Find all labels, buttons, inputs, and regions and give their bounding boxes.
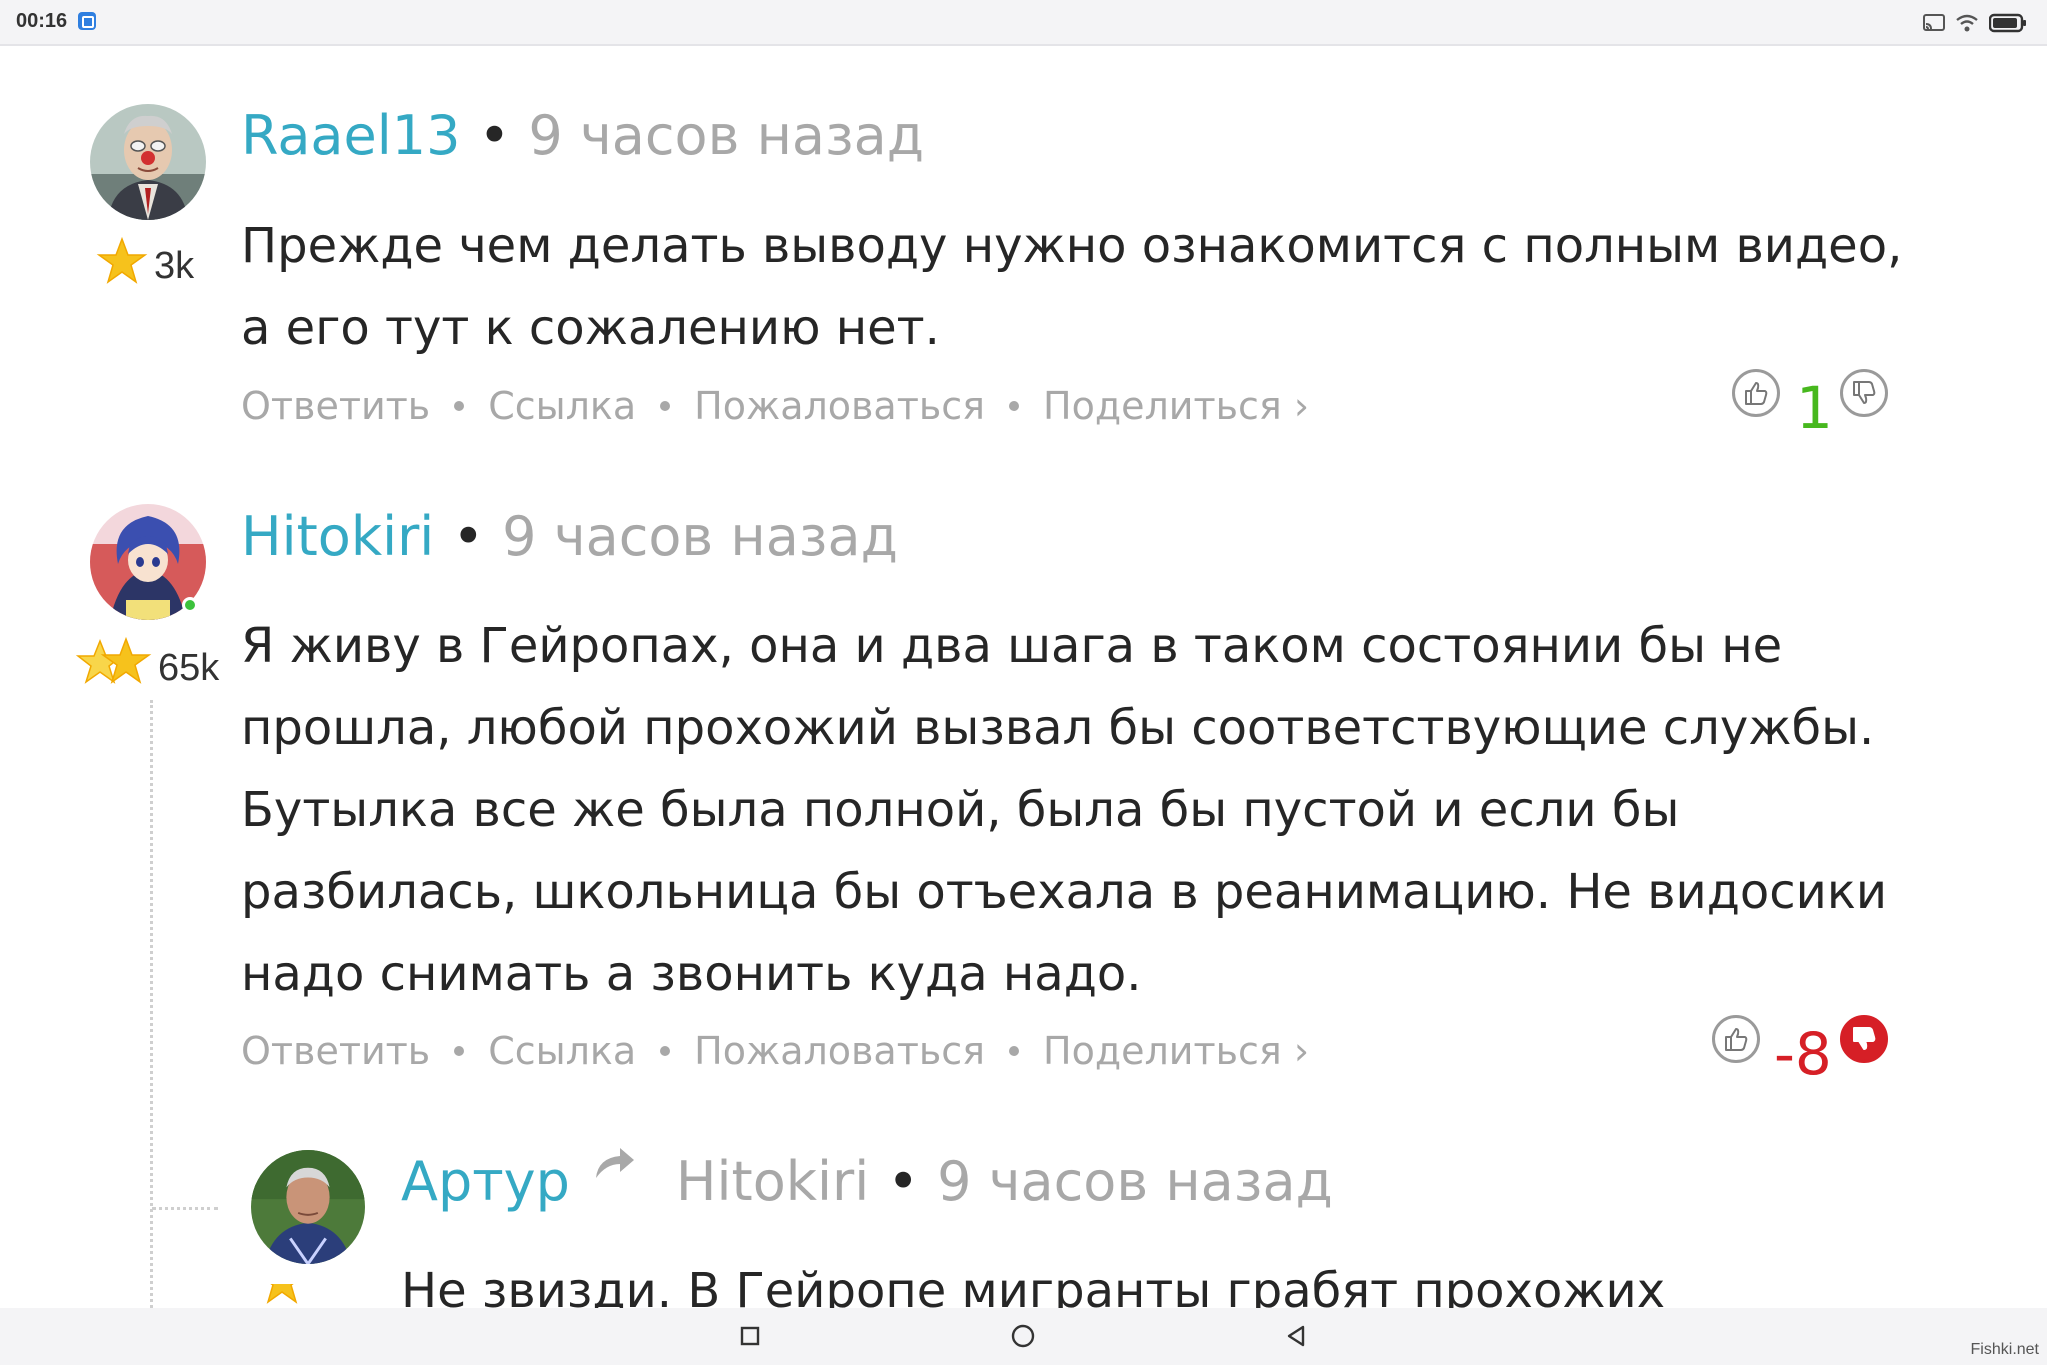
thread-line bbox=[150, 700, 153, 1308]
separator-dot bbox=[1009, 1046, 1020, 1056]
comment-text-line: разбилась, школьница бы отъехала в реани… bbox=[241, 864, 1888, 920]
triangle-back-icon bbox=[1287, 1325, 1305, 1347]
avatar-image bbox=[251, 1150, 365, 1264]
author-name[interactable]: Артур bbox=[401, 1150, 570, 1213]
comment-text-line: а его тут к сожалению нет. bbox=[241, 300, 940, 356]
thread-branch bbox=[152, 1207, 218, 1210]
separator-dot bbox=[660, 1046, 671, 1056]
comment-text-line: Прежде чем делать выводу нужно ознакомит… bbox=[241, 218, 1903, 274]
user-rating: 65k bbox=[76, 636, 219, 690]
comment-text-line: Не звизди. В Гейропе мигранты грабят про… bbox=[401, 1263, 1666, 1308]
separator-dot bbox=[1009, 401, 1020, 411]
back-button[interactable] bbox=[1278, 1318, 1314, 1354]
share-link[interactable]: Поделиться › bbox=[1043, 1029, 1309, 1073]
comment-actions: Ответить Ссылка Пожаловаться Поделиться … bbox=[241, 1029, 1309, 1073]
user-rating bbox=[256, 1284, 308, 1308]
vote-score: -8 bbox=[1774, 1020, 1832, 1088]
avatar[interactable] bbox=[90, 104, 206, 220]
comment-body: Прежде чем делать выводу нужно ознакомит… bbox=[241, 205, 1902, 369]
share-link[interactable]: Поделиться › bbox=[1043, 384, 1309, 428]
recent-apps-button[interactable] bbox=[732, 1318, 768, 1354]
comment-time[interactable]: 9 часов назад bbox=[528, 104, 924, 167]
comment-text-line: Бутылка все же была полной, была бы пуст… bbox=[241, 782, 1680, 838]
author-name[interactable]: Raael13 bbox=[241, 104, 460, 167]
report-link[interactable]: Пожаловаться bbox=[694, 384, 985, 428]
comment-body: Я живу в Гейропах, она и два шага в тако… bbox=[241, 605, 1887, 1015]
separator-dot: • bbox=[478, 104, 511, 167]
avatar-image bbox=[90, 104, 206, 220]
star-icon bbox=[96, 236, 148, 284]
star-icon bbox=[266, 1284, 298, 1304]
reply-arrow-icon bbox=[595, 1148, 634, 1178]
author-name[interactable]: Hitokiri bbox=[241, 505, 434, 568]
comment-text-line: надо снимать а звонить куда надо. bbox=[241, 946, 1142, 1002]
online-status-indicator bbox=[182, 597, 198, 613]
home-button[interactable] bbox=[1005, 1318, 1041, 1354]
reply-link[interactable]: Ответить bbox=[241, 1029, 430, 1073]
separator-dot bbox=[454, 401, 465, 411]
status-bar: 00:16 bbox=[0, 0, 2047, 46]
cast-icon bbox=[1923, 14, 1945, 31]
permalink-link[interactable]: Ссылка bbox=[488, 1029, 636, 1073]
comment-actions: Ответить Ссылка Пожаловаться Поделиться … bbox=[241, 384, 1309, 428]
user-rating: 3k bbox=[96, 236, 194, 288]
thumbs-down-icon bbox=[1853, 381, 1876, 404]
upvote-button[interactable] bbox=[1732, 369, 1780, 417]
comment-time[interactable]: 9 часов назад bbox=[937, 1150, 1333, 1213]
comment-header: Raael13 • 9 часов назад bbox=[241, 104, 924, 167]
thumbs-down-icon bbox=[1853, 1027, 1876, 1050]
battery-icon bbox=[1989, 13, 2026, 33]
app-notification-icon bbox=[78, 12, 96, 30]
two-stars-icon bbox=[76, 636, 152, 684]
report-link[interactable]: Пожаловаться bbox=[694, 1029, 985, 1073]
rating-value: 3k bbox=[154, 245, 195, 287]
reply-link[interactable]: Ответить bbox=[241, 384, 430, 428]
comment-text-line: прошла, любой прохожий вызвал бы соответ… bbox=[241, 700, 1875, 756]
thumbs-up-icon bbox=[1745, 382, 1768, 405]
separator-dot: • bbox=[887, 1150, 920, 1213]
watermark: Fishki.net bbox=[1970, 1341, 2039, 1358]
separator-dot bbox=[660, 401, 671, 411]
upvote-button[interactable] bbox=[1712, 1015, 1760, 1063]
downvote-button[interactable] bbox=[1840, 369, 1888, 417]
comment-text-line: Я живу в Гейропах, она и два шага в тако… bbox=[241, 618, 1783, 674]
square-icon bbox=[740, 1326, 760, 1346]
avatar[interactable] bbox=[251, 1150, 365, 1264]
downvote-button[interactable] bbox=[1840, 1015, 1888, 1063]
status-icons bbox=[1923, 11, 2027, 35]
wifi-icon bbox=[1956, 14, 1978, 32]
status-time: 00:16 bbox=[16, 10, 68, 32]
comment-body: Не звизди. В Гейропе мигранты грабят про… bbox=[401, 1250, 1665, 1308]
permalink-link[interactable]: Ссылка bbox=[488, 384, 636, 428]
comment-time[interactable]: 9 часов назад bbox=[502, 505, 898, 568]
vote-score: 1 bbox=[1796, 374, 1833, 442]
rating-value: 65k bbox=[158, 647, 220, 689]
comment-header: Hitokiri • 9 часов назад bbox=[241, 505, 898, 568]
navigation-bar: Fishki.net bbox=[0, 1308, 2047, 1365]
thumbs-up-icon bbox=[1725, 1028, 1748, 1051]
comment-header: Артур Hitokiri • 9 часов назад bbox=[401, 1148, 1333, 1213]
separator-dot bbox=[454, 1046, 465, 1056]
reply-to-author[interactable]: Hitokiri bbox=[676, 1150, 869, 1213]
separator-dot: • bbox=[452, 505, 485, 568]
circle-icon bbox=[1011, 1324, 1035, 1348]
